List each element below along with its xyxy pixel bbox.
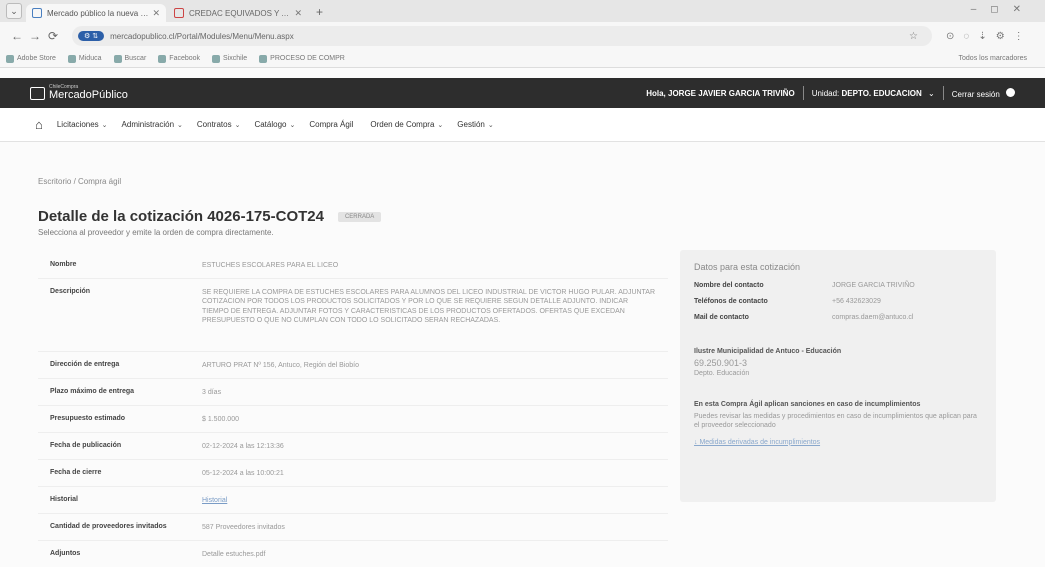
bookmark-item[interactable]: Adobe Store (6, 54, 56, 63)
reload-icon[interactable]: ⟳ (44, 29, 62, 43)
contact-row: Teléfonos de contacto +56 432623029 (694, 298, 881, 305)
detail-row: Fecha de cierre 05-12-2024 a las 10:00:21 (38, 460, 668, 487)
nav-gestion[interactable]: Gestión ⌄ (457, 120, 493, 129)
nav-catalogo[interactable]: Catálogo ⌄ (254, 120, 295, 129)
url-text[interactable]: mercadopublico.cl/Portal/Modules/Menu/Me… (110, 32, 294, 41)
bookmark-item[interactable]: Facebook (158, 54, 200, 63)
chevron-down-icon: ⌄ (101, 122, 108, 129)
bookmark-item[interactable]: Sixchile (212, 54, 247, 63)
organization-name: Ilustre Municipalidad de Antuco - Educac… (694, 348, 842, 355)
chevron-down-icon: ⌄ (234, 122, 241, 129)
detail-row: Descripción SE REQUIERE LA COMPRA DE ESTU… (38, 279, 668, 352)
gmail-icon (174, 8, 184, 18)
bookmark-icon (113, 54, 122, 63)
detail-row: Cantidad de proveedores invitados 587 Pro… (38, 514, 668, 541)
bookmark-item[interactable]: Buscar (113, 54, 146, 63)
detail-value: 05-12-2024 a las 10:00:21 (202, 470, 284, 477)
mercadopublico-logo[interactable]: ChileCompra MercadoPúblico (30, 85, 128, 101)
organization-unit: Depto. Educación (694, 370, 750, 377)
nav-administracion[interactable]: Administración ⌄ (122, 120, 183, 129)
logout-icon (1006, 87, 1015, 97)
home-icon[interactable]: ⌂ (35, 117, 43, 132)
new-tab-button[interactable]: + (316, 5, 323, 19)
attachment-link[interactable]: Detalle estuches.pdf (202, 541, 656, 559)
browser-tab-bar: ⌄ Mercado público la nueva com ✕ CREDAC … (0, 0, 1045, 22)
breadcrumb[interactable]: Escritorio / Compra ágil (38, 177, 121, 186)
nav-contratos[interactable]: Contratos ⌄ (197, 120, 241, 129)
close-icon[interactable]: ✕ (152, 8, 160, 19)
site-info-icon[interactable]: ⚙ ⇅ (78, 31, 105, 41)
detail-value: ESTUCHES ESCOLARES PARA EL LICEO (202, 262, 339, 269)
detail-row: Adjuntos Detalle estuches.pdf (38, 541, 668, 567)
user-greeting: Hola, JORGE JAVIER GARCIA TRIVIÑO (646, 88, 795, 98)
bookmark-item[interactable]: Miduca (67, 54, 102, 63)
bookmark-icon (6, 54, 14, 63)
detail-row: Presupuesto estimado $ 1.500.000 (38, 406, 668, 433)
detail-row: Fecha de publicación 02-12-2024 a las 12:… (38, 433, 668, 460)
chevron-down-icon: ⌄ (928, 88, 935, 98)
sanctions-text: Puedes revisar las medidas y procedimien… (694, 413, 977, 430)
history-link[interactable]: Historial (202, 487, 656, 505)
detail-row: Historial Historial (38, 487, 668, 514)
back-arrow-icon[interactable]: ← (8, 29, 26, 43)
forward-arrow-icon[interactable]: → (26, 29, 44, 43)
tab-title: CREDAC EQUIVADOS Y ALTON (189, 8, 291, 18)
logo-icon (30, 86, 45, 100)
chevron-down-icon: ⌄ (437, 122, 444, 129)
detail-value: SE REQUIERE LA COMPRA DE ESTUCHES ESCOLA… (202, 289, 656, 325)
sanctions-link[interactable]: ↓ Medidas derivadas de incumplimientos (694, 439, 982, 446)
chevron-down-icon: ⌄ (289, 122, 296, 129)
chevron-down-icon: ⌄ (177, 122, 183, 129)
page-favicon-icon (32, 8, 42, 18)
status-badge: CERRADA (337, 211, 382, 222)
detail-value: $ 1.500.000 (202, 416, 239, 423)
all-bookmarks-folder[interactable]: Todos los marcadores (959, 55, 1027, 62)
contact-email[interactable]: compras.daem@antuco.cl (832, 310, 913, 326)
bookmark-icon (67, 54, 76, 63)
browser-toolbar: ← → ⟳ ⚙ ⇅ mercadopublico.cl/Portal/Modul… (0, 22, 1045, 50)
address-bar[interactable]: ⚙ ⇅ mercadopublico.cl/Portal/Modules/Men… (72, 26, 932, 46)
bookmark-item[interactable]: PROCESO DE COMPR (259, 54, 345, 63)
contact-row: Mail de contacto compras.daem@antuco.cl (694, 310, 982, 326)
tab-list-icon[interactable]: ⌄ (6, 3, 22, 19)
logout-button[interactable]: Cerrar sesión (952, 87, 1015, 99)
quote-contact-panel: Datos para esta cotización Nombre del co… (680, 250, 996, 502)
panel-title: Datos para esta cotización (694, 262, 801, 272)
contact-row: Nombre del contacto JORGE GARCIA TRIVIÑO (694, 282, 915, 289)
unit-selector[interactable]: Unidad: DEPTO. EDUCACION ⌄ (812, 89, 935, 98)
quote-details-table: Nombre ESTUCHES ESCOLARES PARA EL LICEO D… (38, 252, 668, 567)
bookmark-icon (259, 54, 268, 63)
header-divider (802, 86, 804, 100)
detail-row: Nombre ESTUCHES ESCOLARES PARA EL LICEO (38, 252, 668, 279)
detail-value: 3 días (202, 389, 222, 396)
window-controls[interactable]: –◻✕ (971, 4, 1035, 15)
page-title: Detalle de la cotización 4026-175-COT24 (38, 208, 324, 225)
main-nav: ⌂ Licitaciones ⌄ Administración ⌄ Contrato… (0, 108, 1045, 142)
nav-compra-agil[interactable]: Compra Ágil (309, 120, 356, 129)
app-header: ChileCompra MercadoPúblico Hola, JORGE J… (0, 78, 1045, 108)
header-divider (942, 86, 944, 100)
nav-orden-de-compra[interactable]: Orden de Compra ⌄ (370, 120, 443, 129)
browser-tab[interactable]: Mercado público la nueva com ✕ (26, 4, 166, 22)
chevron-down-icon: ⌄ (487, 122, 494, 129)
facebook-icon (158, 54, 167, 63)
nav-licitaciones[interactable]: Licitaciones ⌄ (57, 120, 108, 129)
sanctions-heading: En esta Compra Ágil aplican sanciones en… (694, 401, 921, 408)
detail-row: Plazo máximo de entrega 3 días (38, 379, 668, 406)
detail-value: 02-12-2024 a las 12:13:36 (202, 443, 284, 450)
bookmark-star-icon[interactable]: ☆ (909, 31, 926, 42)
browser-tab[interactable]: CREDAC EQUIVADOS Y ALTON ✕ (168, 4, 308, 22)
detail-value: ARTURO PRAT Nº 156, Antuco, Región del B… (202, 362, 360, 369)
detail-value: 587 Proveedores invitados (202, 524, 285, 531)
bookmark-icon (212, 54, 221, 63)
close-icon[interactable]: ✕ (294, 8, 302, 19)
organization-rut: 69.250.901-3 (694, 358, 748, 368)
detail-row: Dirección de entrega ARTURO PRAT Nº 156, … (38, 352, 668, 379)
bookmarks-bar: Adobe Store Miduca Buscar Facebook Sixch… (0, 50, 1045, 68)
page-subtitle: Selecciona al proveedor y emite la orden… (38, 228, 274, 237)
tab-title: Mercado público la nueva com (47, 8, 149, 18)
extensions-icons[interactable]: ⊙◌⇣⚙⋮ (946, 31, 1033, 42)
